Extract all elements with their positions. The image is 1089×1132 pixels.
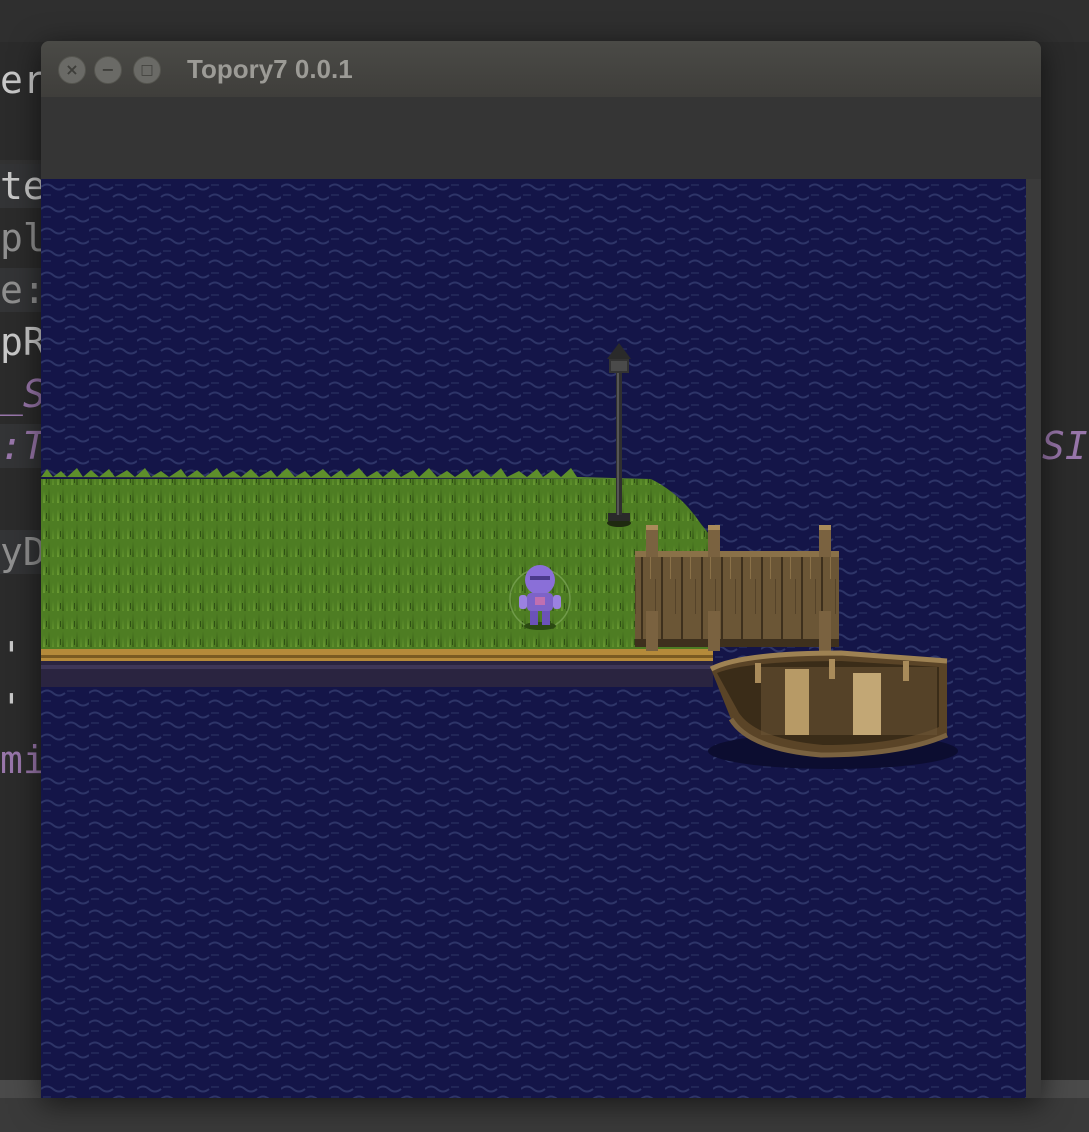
game-canvas[interactable] [41,179,1026,1098]
game-scene [41,179,1026,1098]
ide-code-fragment: SI [1042,424,1088,468]
ide-right-margin [1040,160,1089,1080]
ide-code-line: te [0,164,46,208]
minimize-icon[interactable]: − [94,56,122,84]
window-menu-area [41,97,1041,179]
ide-code-line: _S [0,372,46,416]
window-title-bar[interactable]: × − □ Topory7 0.0.1 [41,41,1041,97]
maximize-icon[interactable]: □ [133,56,161,84]
ide-top-bar [0,0,1089,42]
ide-code-line: mi [0,738,46,782]
ide-code-line: pR [0,320,46,364]
ide-code-line: yD [0,530,46,574]
ide-code-line: pl [0,216,46,260]
close-icon[interactable]: × [58,56,86,84]
window-title: Topory7 0.0.1 [187,54,353,84]
ide-code-line: e: [0,268,46,312]
grass-island-icon [41,468,713,687]
rowboat-icon [708,650,958,769]
game-window: × − □ Topory7 0.0.1 [41,41,1041,1098]
ide-code-line: er [0,58,46,102]
ide-code-line: :T [0,424,46,468]
